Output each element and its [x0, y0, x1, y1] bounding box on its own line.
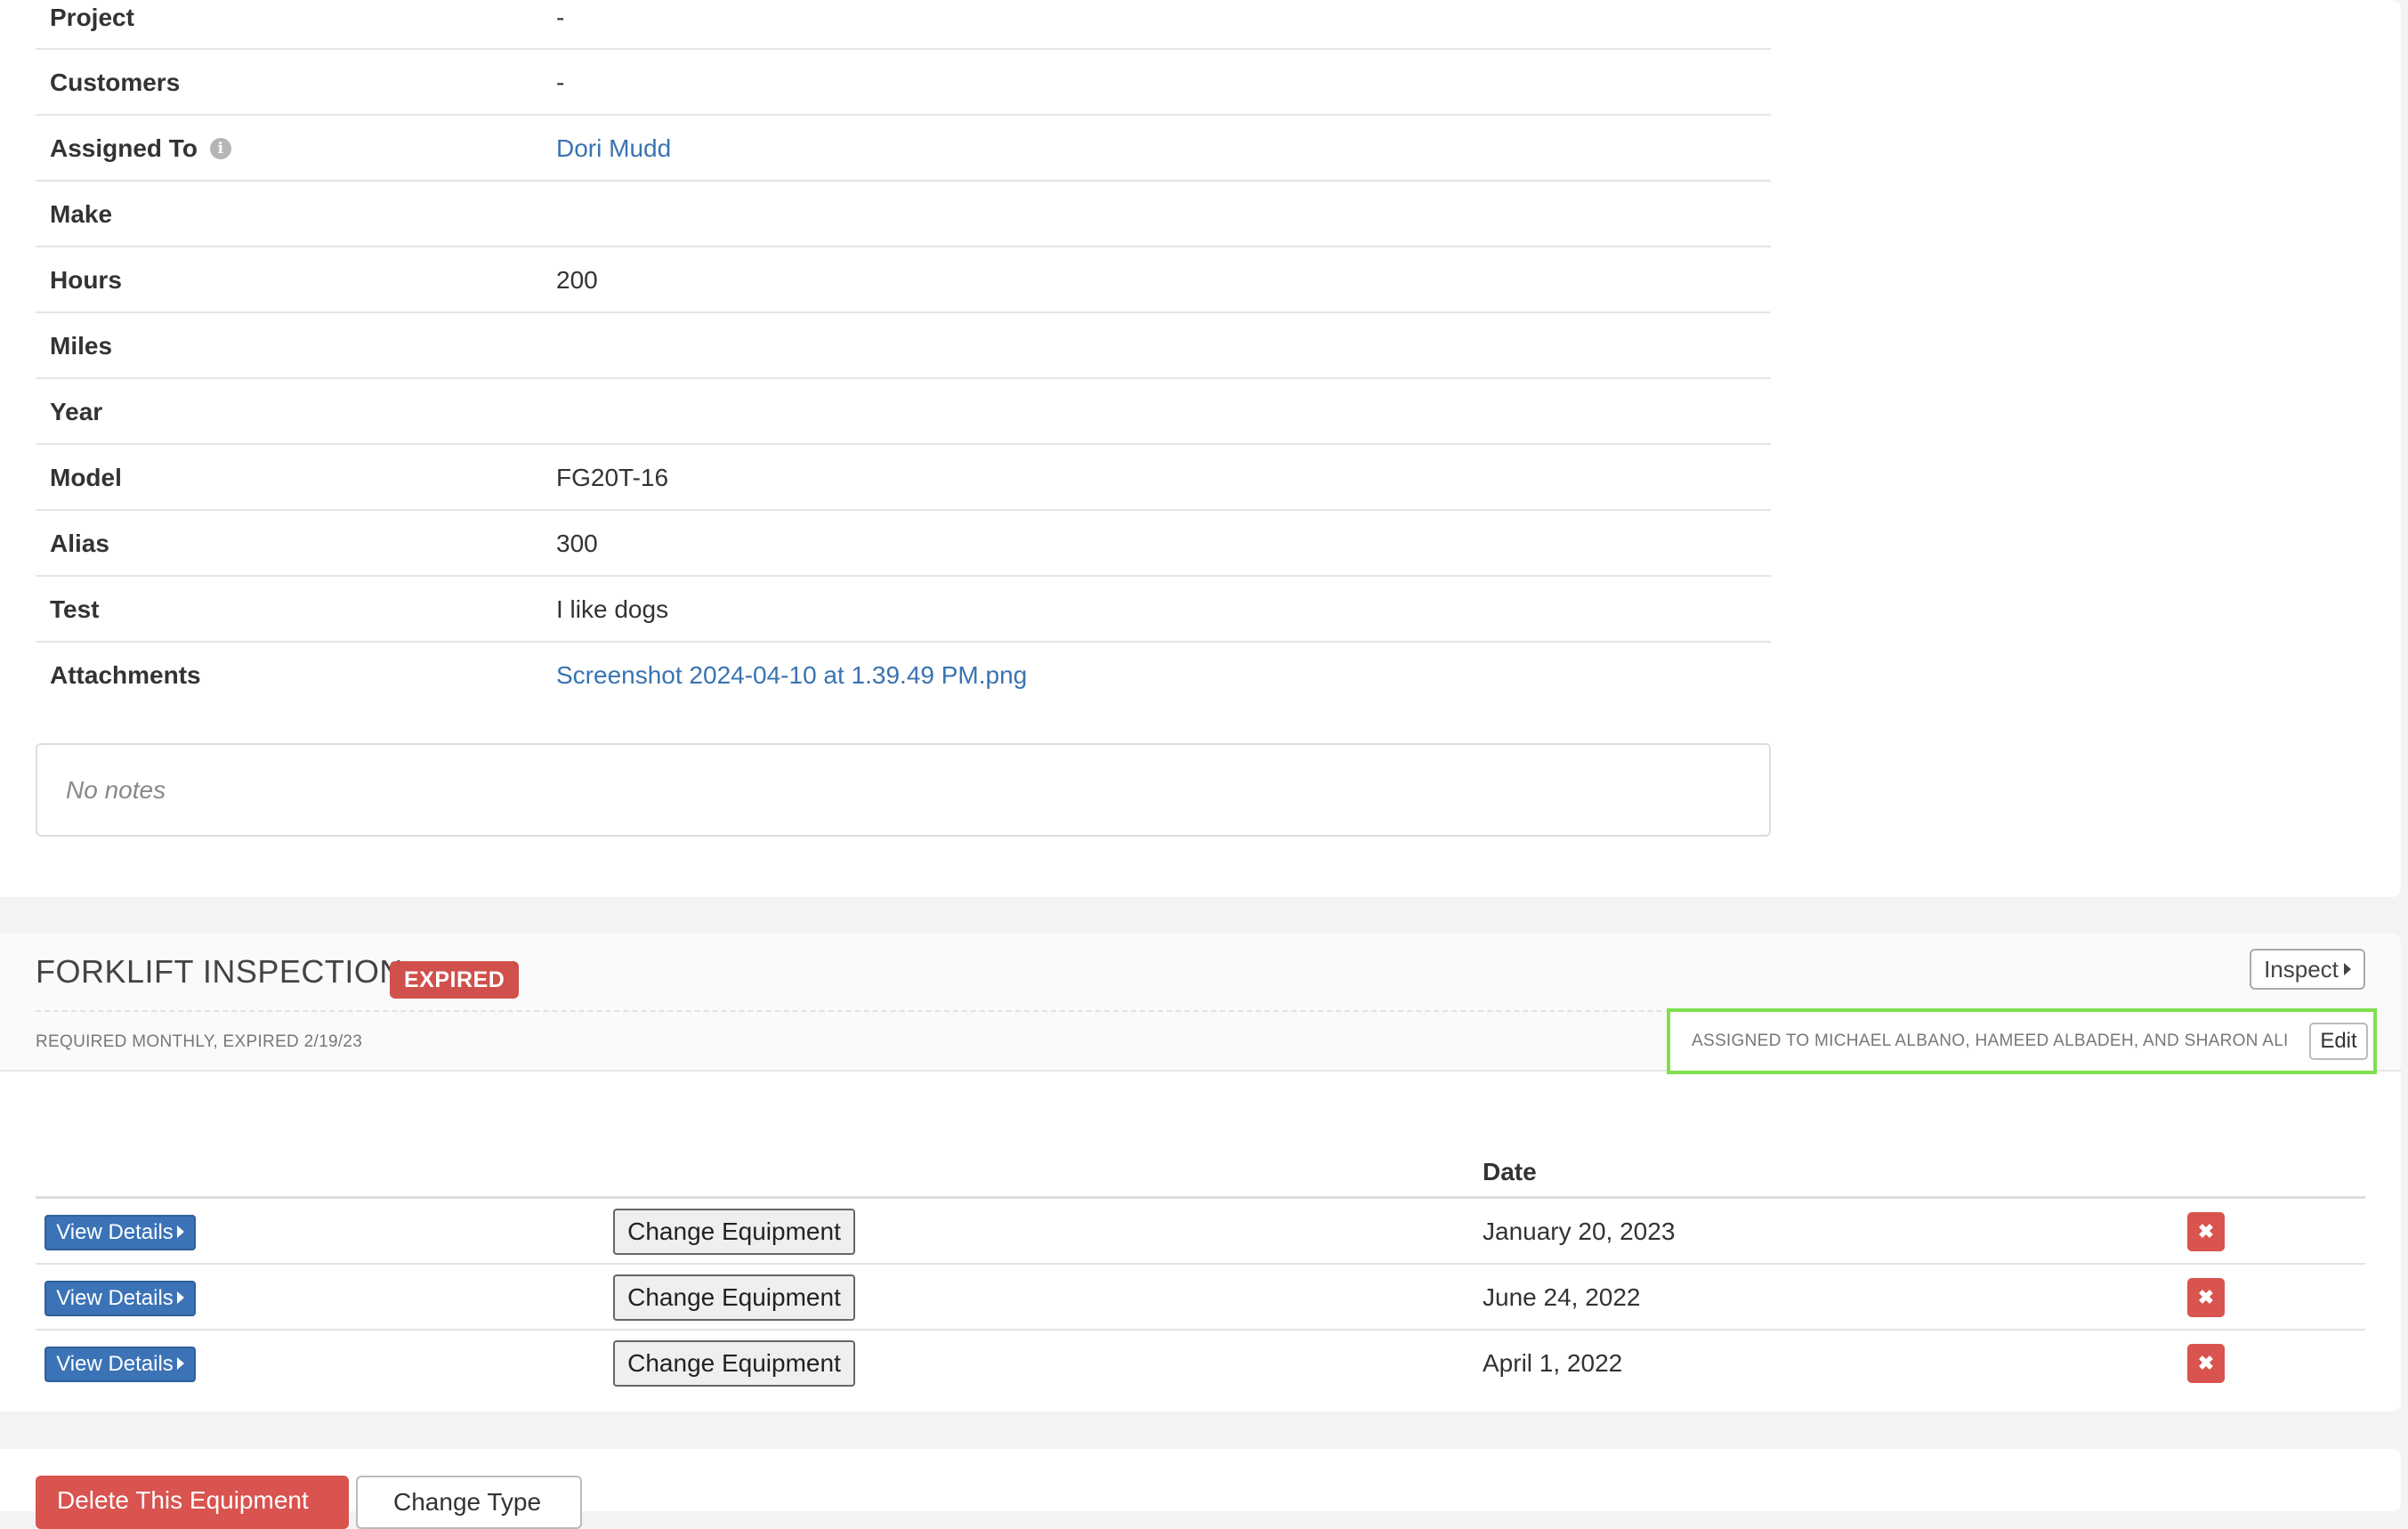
- detail-value: 300: [556, 530, 598, 557]
- assigned-to-label: Assigned To: [50, 134, 198, 162]
- detail-row-model: Model FG20T-16: [36, 445, 1771, 511]
- assigned-user-link[interactable]: Dori Mudd: [556, 116, 671, 182]
- equipment-details-panel: Project - Customers - Assigned To i Dori…: [0, 0, 2401, 897]
- inspection-panel: FORKLIFT INSPECTION EXPIRED Inspect REQU…: [0, 934, 2401, 1412]
- caret-right-icon: [176, 1225, 184, 1238]
- close-icon: ✖: [2197, 1352, 2215, 1374]
- detail-value: FG20T-16: [556, 464, 669, 491]
- change-type-button[interactable]: Change Type: [356, 1476, 582, 1529]
- detail-value: -: [556, 69, 565, 96]
- caret-right-icon: [176, 1290, 184, 1304]
- inspections-table: Date View Details Change Equipment Janua…: [36, 1094, 2365, 1396]
- detail-row-miles: Miles: [36, 313, 1771, 379]
- detail-row-test: Test I like dogs: [36, 577, 1771, 643]
- inspect-button[interactable]: Inspect: [2250, 949, 2365, 990]
- inspection-date: January 20, 2023: [1483, 1218, 1676, 1245]
- close-icon: ✖: [2197, 1286, 2215, 1308]
- detail-label: Assigned To i: [50, 116, 231, 182]
- detail-row-year: Year: [36, 379, 1771, 445]
- detail-label: Project: [50, 4, 134, 31]
- table-row: View Details Change Equipment June 24, 2…: [36, 1265, 2365, 1331]
- details-table: Project - Customers - Assigned To i Dori…: [36, 0, 1771, 708]
- detail-label: Alias: [50, 530, 109, 557]
- table-row: View Details Change Equipment January 20…: [36, 1199, 2365, 1265]
- close-icon: ✖: [2197, 1220, 2215, 1242]
- view-details-button[interactable]: View Details: [44, 1281, 196, 1316]
- detail-value: 200: [556, 266, 598, 294]
- inspect-label: Inspect: [2264, 956, 2339, 983]
- inspection-date: June 24, 2022: [1483, 1283, 1641, 1311]
- detail-row-alias: Alias 300: [36, 511, 1771, 577]
- detail-row-customers: Customers -: [36, 50, 1771, 116]
- detail-label: Miles: [50, 332, 113, 360]
- equipment-actions-panel: Delete This Equipment Change Type: [0, 1449, 2401, 1529]
- detail-label: Test: [50, 595, 100, 623]
- caret-right-icon: [176, 1356, 184, 1370]
- change-equipment-button[interactable]: Change Equipment: [613, 1274, 855, 1321]
- detail-label: Make: [50, 200, 113, 228]
- attachment-link[interactable]: Screenshot 2024-04-10 at 1.39.49 PM.png: [556, 643, 1027, 708]
- view-details-button[interactable]: View Details: [44, 1347, 196, 1382]
- delete-equipment-button[interactable]: Delete This Equipment: [36, 1476, 349, 1529]
- detail-label: Customers: [50, 69, 181, 96]
- detail-label: Year: [50, 398, 103, 425]
- inspection-date: April 1, 2022: [1483, 1349, 1623, 1377]
- info-icon[interactable]: i: [209, 137, 231, 159]
- table-header: Date: [36, 1094, 2365, 1199]
- detail-label: Attachments: [50, 661, 201, 689]
- delete-inspection-button[interactable]: ✖: [2187, 1278, 2225, 1317]
- change-equipment-button[interactable]: Change Equipment: [613, 1209, 855, 1255]
- edit-assignees-button[interactable]: Edit: [2309, 1023, 2368, 1060]
- date-column-header[interactable]: Date: [1483, 1158, 1537, 1186]
- detail-label: Hours: [50, 266, 122, 294]
- delete-inspection-button[interactable]: ✖: [2187, 1212, 2225, 1251]
- inspection-subtitle: REQUIRED MONTHLY, EXPIRED 2/19/23: [36, 1032, 363, 1051]
- delete-inspection-button[interactable]: ✖: [2187, 1344, 2225, 1383]
- view-details-label: View Details: [56, 1352, 174, 1376]
- change-equipment-button[interactable]: Change Equipment: [613, 1340, 855, 1387]
- detail-label: Model: [50, 464, 122, 491]
- detail-row-make: Make: [36, 182, 1771, 247]
- detail-value: -: [556, 4, 565, 31]
- assigned-users-text: ASSIGNED TO MICHAEL ALBANO, HAMEED ALBAD…: [1692, 1031, 2289, 1050]
- notes-box[interactable]: No notes: [36, 743, 1771, 837]
- status-badge: EXPIRED: [390, 961, 520, 999]
- detail-row-assigned-to: Assigned To i Dori Mudd: [36, 116, 1771, 182]
- detail-row-project: Project -: [36, 0, 1771, 50]
- view-details-button[interactable]: View Details: [44, 1215, 196, 1250]
- view-details-label: View Details: [56, 1220, 174, 1244]
- detail-row-hours: Hours 200: [36, 247, 1771, 313]
- detail-row-attachments: Attachments Screenshot 2024-04-10 at 1.3…: [36, 643, 1771, 708]
- table-row: View Details Change Equipment April 1, 2…: [36, 1331, 2365, 1396]
- assigned-users-box: ASSIGNED TO MICHAEL ALBANO, HAMEED ALBAD…: [1667, 1008, 2377, 1074]
- inspection-title: FORKLIFT INSPECTION: [36, 953, 403, 990]
- detail-value: I like dogs: [556, 595, 669, 623]
- view-details-label: View Details: [56, 1286, 174, 1310]
- caret-right-icon: [2343, 963, 2351, 976]
